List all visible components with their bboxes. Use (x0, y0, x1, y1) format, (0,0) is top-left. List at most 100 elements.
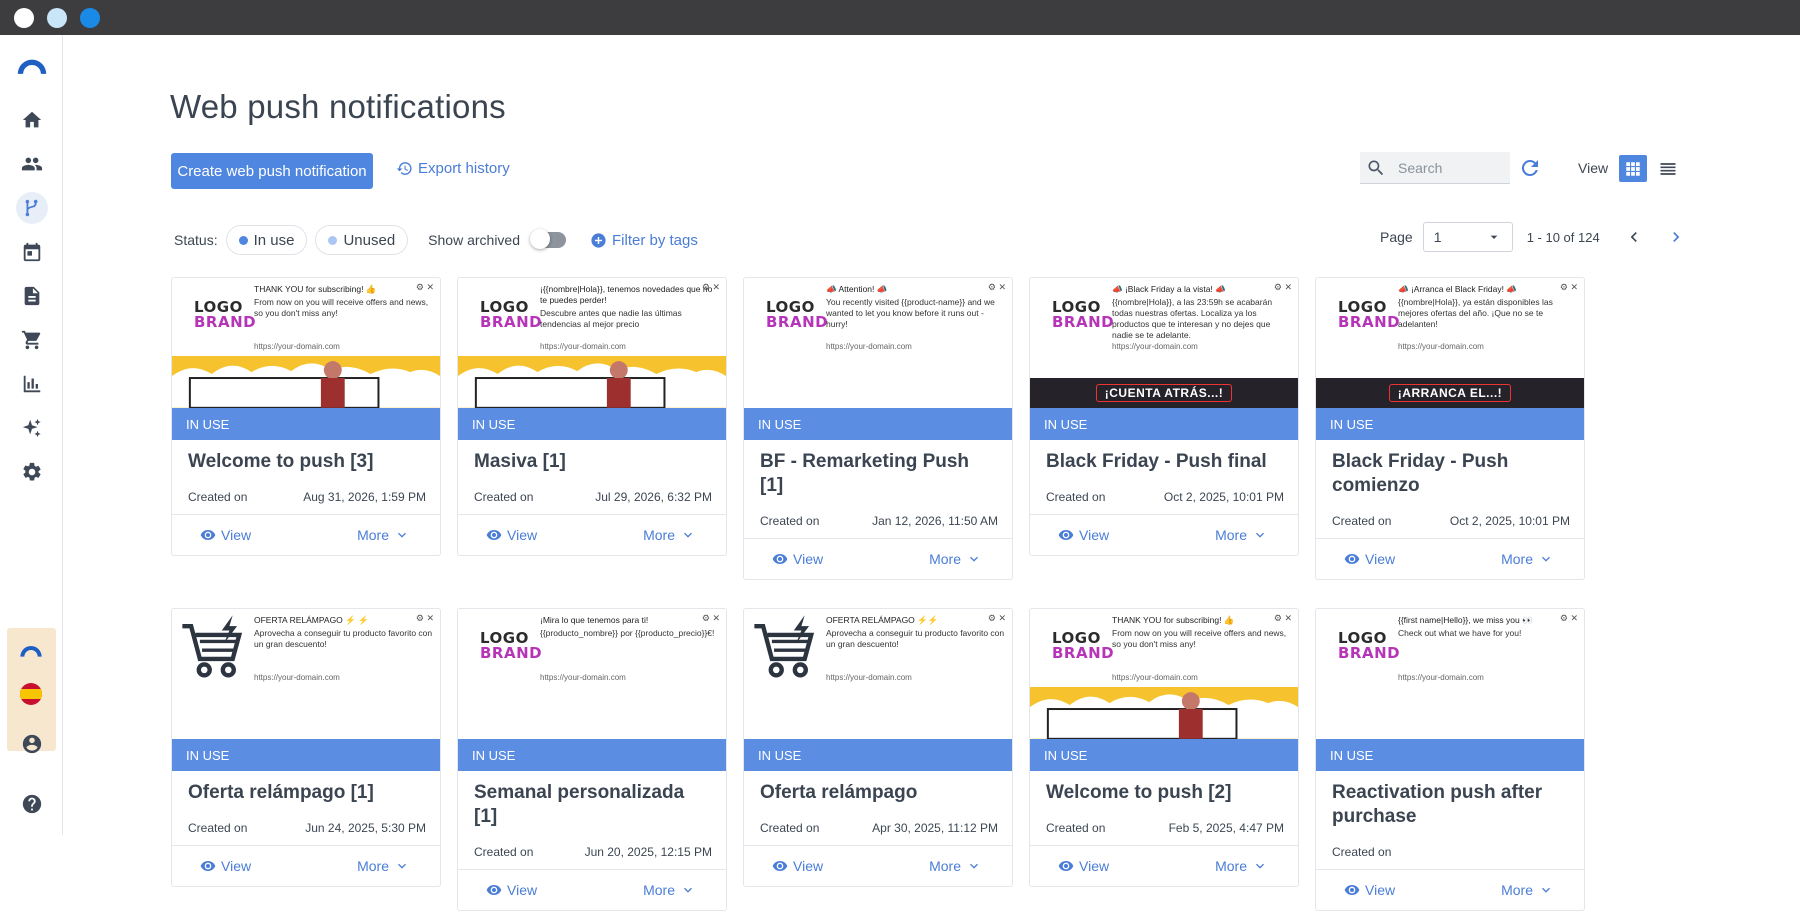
notification-preview: OFERTA RELÁMPAGO ⚡⚡ Aprovecha a consegui… (744, 609, 1012, 739)
export-history-link[interactable]: Export history (396, 160, 510, 177)
card-title[interactable]: Masiva [1] (458, 440, 726, 474)
view-button[interactable]: View (772, 858, 823, 874)
more-button[interactable]: More (929, 551, 982, 567)
created-label: Created on (1046, 821, 1106, 835)
notification-card[interactable]: LOGO BRAND 📣 Attention! 📣 You recently vi… (743, 277, 1013, 580)
card-title[interactable]: Semanal personalizada [1] (458, 771, 726, 829)
list-view-icon[interactable] (1654, 155, 1682, 182)
app-logo-icon[interactable] (14, 49, 50, 81)
notification-preview: LOGO BRAND 📣 ¡Arranca el Black Friday! 📣 … (1316, 278, 1584, 408)
card-meta: Created on Jul 29, 2026, 6:32 PM (458, 474, 726, 515)
spain-flag-icon[interactable] (20, 683, 42, 705)
help-icon[interactable] (16, 788, 48, 820)
created-label: Created on (474, 845, 534, 859)
notification-card[interactable]: LOGO BRAND 📣 ¡Black Friday a la vista! 📣 … (1029, 277, 1299, 556)
view-label: View (1365, 882, 1396, 898)
contacts-icon[interactable] (16, 148, 48, 180)
view-label: View (1578, 160, 1609, 176)
preview-url: https://your-domain.com (826, 342, 912, 351)
notification-card[interactable]: LOGO BRAND ¡Mira lo que tenemos para ti! … (457, 608, 727, 911)
card-title[interactable]: Welcome to push [2] (1030, 771, 1298, 805)
more-button[interactable]: More (1215, 527, 1268, 543)
view-button[interactable]: View (772, 551, 823, 567)
created-label: Created on (1332, 845, 1392, 859)
created-label: Created on (188, 821, 248, 835)
window-maximize-dot[interactable] (80, 8, 100, 28)
more-button[interactable]: More (643, 527, 696, 543)
more-button[interactable]: More (643, 882, 696, 898)
page-select[interactable]: 1 (1422, 222, 1513, 252)
notification-card[interactable]: LOGO BRAND {{first name|Hello}}, we miss … (1315, 608, 1585, 911)
card-title[interactable]: BF - Remarketing Push [1] (744, 440, 1012, 498)
logo-brand-image: LOGO BRAND (1338, 631, 1400, 661)
logo-line2: BRAND (1338, 644, 1401, 662)
notification-preview: LOGO BRAND {{first name|Hello}}, we miss … (1316, 609, 1584, 739)
more-button[interactable]: More (357, 858, 410, 874)
banner-image: ¡CUENTA ATRÁS...! (1030, 378, 1298, 408)
notification-card[interactable]: OFERTA RELÁMPAGO ⚡ ⚡ Aprovecha a consegu… (171, 608, 441, 887)
window-close-dot[interactable] (14, 8, 34, 28)
page-label: Page (1380, 229, 1413, 245)
search-input[interactable] (1398, 159, 1498, 176)
card-title[interactable]: Oferta relámpago (744, 771, 1012, 805)
more-button[interactable]: More (1501, 551, 1554, 567)
preview-title: OFERTA RELÁMPAGO ⚡ ⚡ (254, 615, 369, 625)
show-archived-toggle[interactable] (530, 229, 566, 249)
notification-card[interactable]: LOGO BRAND 📣 ¡Arranca el Black Friday! 📣 … (1315, 277, 1585, 580)
view-button[interactable]: View (1058, 858, 1109, 874)
view-button[interactable]: View (1344, 551, 1395, 567)
refresh-icon[interactable] (1518, 156, 1542, 180)
window-minimize-dot[interactable] (47, 8, 67, 28)
view-button[interactable]: View (1344, 882, 1395, 898)
status-badge: IN USE (744, 408, 1012, 440)
more-button[interactable]: More (1501, 882, 1554, 898)
unused-filter-chip[interactable]: Unused (315, 225, 409, 255)
view-button[interactable]: View (486, 882, 537, 898)
cart-icon[interactable] (16, 324, 48, 356)
card-title[interactable]: Oferta relámpago [1] (172, 771, 440, 805)
notification-card[interactable]: LOGO BRAND THANK YOU for subscribing! 👍 F… (171, 277, 441, 556)
view-button[interactable]: View (486, 527, 537, 543)
automation-icon[interactable] (16, 192, 48, 224)
card-title[interactable]: Black Friday - Push comienzo (1316, 440, 1584, 498)
notification-card[interactable]: LOGO BRAND ¡{{nombre|Hola}}, tenemos nove… (457, 277, 727, 556)
settings-icon[interactable] (16, 456, 48, 488)
preview-controls-icon: ⚙ ✕ (701, 613, 720, 623)
more-button[interactable]: More (929, 858, 982, 874)
in-use-filter-chip[interactable]: In use (225, 225, 308, 255)
show-archived-label: Show archived (428, 232, 520, 248)
notification-card[interactable]: OFERTA RELÁMPAGO ⚡⚡ Aprovecha a consegui… (743, 608, 1013, 887)
more-button[interactable]: More (1215, 858, 1268, 874)
created-date: Feb 5, 2025, 4:47 PM (1168, 821, 1284, 835)
preview-text: 📣 ¡Black Friday a la vista! 📣 {{nombre|H… (1112, 284, 1292, 341)
grid-view-icon[interactable] (1619, 155, 1647, 182)
view-button[interactable]: View (200, 527, 251, 543)
home-icon[interactable] (16, 104, 48, 136)
search-box[interactable] (1360, 152, 1510, 184)
notification-card[interactable]: LOGO BRAND THANK YOU for subscribing! 👍 F… (1029, 608, 1299, 887)
more-button[interactable]: More (357, 527, 410, 543)
calendar-icon[interactable] (16, 236, 48, 268)
filter-by-tags-link[interactable]: Filter by tags (590, 232, 698, 249)
eye-icon (1344, 554, 1360, 564)
card-title[interactable]: Welcome to push [3] (172, 440, 440, 474)
document-icon[interactable] (16, 280, 48, 312)
notification-preview: LOGO BRAND THANK YOU for subscribing! 👍 F… (172, 278, 440, 408)
view-button[interactable]: View (1058, 527, 1109, 543)
more-label: More (357, 858, 389, 874)
previous-page-icon[interactable] (1622, 225, 1646, 249)
create-web-push-button[interactable]: Create web push notification (171, 153, 373, 189)
preview-description: {{producto_nombre}} por {{producto_preci… (540, 628, 715, 638)
card-title[interactable]: Black Friday - Push final (1030, 440, 1298, 474)
view-label: View (221, 527, 252, 543)
logo-brand-image: LOGO BRAND (1338, 300, 1400, 330)
user-icon[interactable] (16, 728, 48, 760)
card-title[interactable]: Reactivation push after purchase (1316, 771, 1584, 829)
more-label: More (929, 551, 961, 567)
view-button[interactable]: View (200, 858, 251, 874)
sparkles-icon[interactable] (16, 412, 48, 444)
status-badge: IN USE (1030, 739, 1298, 771)
analytics-icon[interactable] (16, 368, 48, 400)
next-page-icon[interactable] (1664, 225, 1688, 249)
eye-icon (1058, 530, 1074, 540)
